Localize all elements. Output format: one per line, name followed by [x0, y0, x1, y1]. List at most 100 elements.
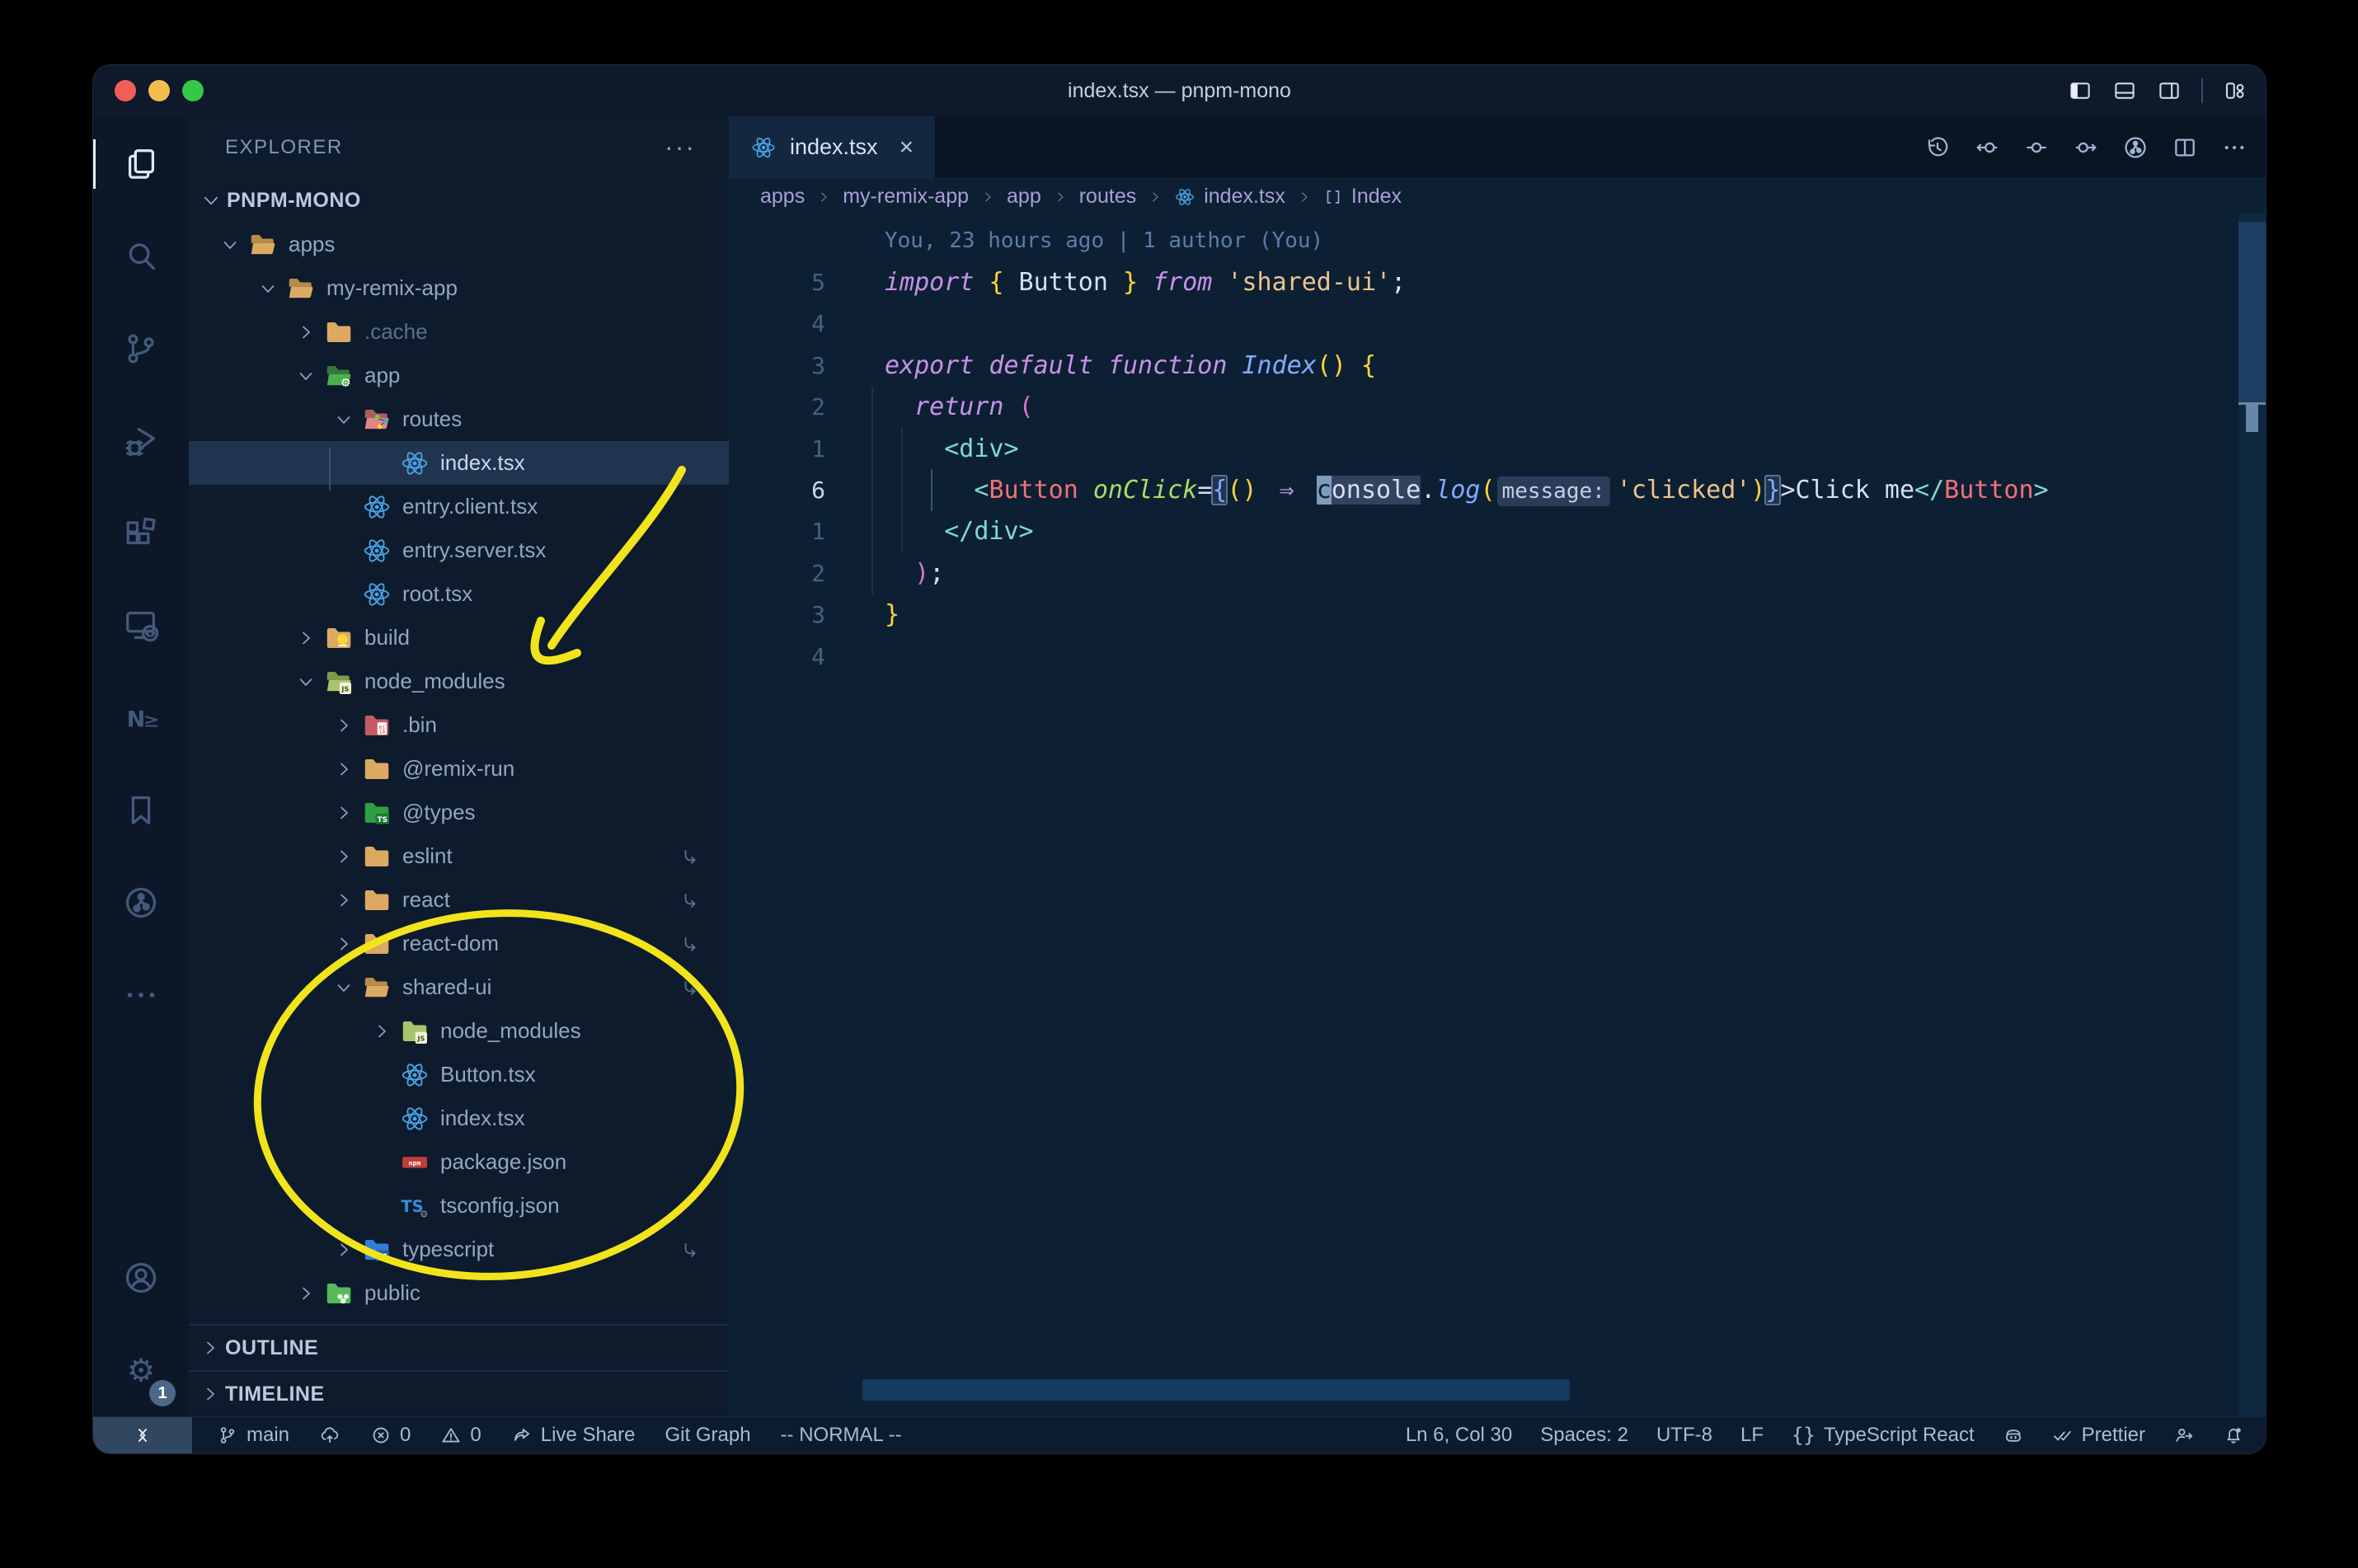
code-area[interactable]: You, 23 hours ago | 1 author (You) 5 imp…	[729, 214, 2233, 677]
tree-item-build[interactable]: build	[189, 616, 729, 660]
code-line[interactable]: 3 export default function Index() {	[729, 345, 2233, 386]
remote-indicator[interactable]	[93, 1417, 192, 1453]
code-line[interactable]: 4	[729, 303, 2233, 345]
activity-item-remote-explorer[interactable]	[93, 580, 189, 672]
tree-item-app[interactable]: ⚙ app	[189, 354, 729, 397]
tree-item-entry.server.tsx[interactable]: entry.server.tsx	[189, 528, 729, 572]
minimize-traffic-light[interactable]	[148, 80, 170, 101]
tree-item-tsconfig.json[interactable]: TS ⚙ tsconfig.json	[189, 1184, 729, 1228]
tree-item-Button.tsx[interactable]: Button.tsx	[189, 1053, 729, 1096]
tree-item-apps[interactable]: apps	[189, 223, 729, 266]
breadcrumb-routes[interactable]: routes	[1079, 185, 1136, 209]
status-cloud-upload[interactable]	[319, 1425, 341, 1446]
activity-item-account[interactable]	[93, 1232, 189, 1324]
breadcrumb-app[interactable]: app	[1007, 185, 1041, 209]
activity-item-settings-gear[interactable]: ⚙ 1	[93, 1324, 189, 1416]
layout-panel-icon[interactable]	[2112, 78, 2137, 103]
activity-item-nx-console[interactable]: N ≥	[93, 672, 189, 764]
chevron-right-icon[interactable]	[334, 803, 354, 823]
tree-item-node_modules[interactable]: JS node_modules	[189, 1009, 729, 1053]
activity-item-source-control[interactable]	[93, 303, 189, 395]
activity-item-bookmarks[interactable]	[93, 764, 189, 857]
layout-sidebar-right-icon[interactable]	[2157, 78, 2182, 103]
explorer-more-actions-icon[interactable]: ···	[665, 132, 696, 162]
ellipsis-icon[interactable]	[2221, 134, 2248, 161]
change-next-icon[interactable]	[2073, 134, 2099, 161]
status-0[interactable]: 0	[440, 1424, 481, 1447]
section-timeline[interactable]: TIMELINE	[189, 1370, 729, 1416]
zoom-traffic-light[interactable]	[182, 80, 204, 101]
tree-item-react-dom[interactable]: react-dom	[189, 922, 729, 965]
tree-item-public[interactable]: public	[189, 1271, 729, 1315]
tree-item-typescript[interactable]: TS typescript	[189, 1228, 729, 1271]
status-bell-dot[interactable]	[2223, 1425, 2244, 1446]
status-0[interactable]: 0	[370, 1424, 411, 1447]
close-traffic-light[interactable]	[115, 80, 136, 101]
chevron-right-icon[interactable]	[334, 1240, 354, 1260]
tree-item-routes[interactable]: routes	[189, 397, 729, 441]
tree-item-index.tsx[interactable]: index.tsx	[189, 1096, 729, 1140]
code-line[interactable]: 4	[729, 636, 2233, 677]
tree-item-my-remix-app[interactable]: my-remix-app	[189, 266, 729, 310]
chevron-right-icon[interactable]	[334, 759, 354, 779]
tree-item-eslint[interactable]: eslint	[189, 834, 729, 878]
chevron-down-icon[interactable]	[296, 672, 316, 692]
status-spaces-2[interactable]: Spaces: 2	[1540, 1424, 1628, 1447]
tree-item-entry.client.tsx[interactable]: entry.client.tsx	[189, 485, 729, 528]
status-person-feedback[interactable]	[2173, 1425, 2195, 1446]
activity-item-gitlens[interactable]	[93, 857, 189, 949]
tree-item-react[interactable]: react	[189, 878, 729, 922]
chevron-right-icon[interactable]	[296, 322, 316, 342]
chevron-down-icon[interactable]	[220, 235, 240, 255]
tree-item-index.tsx[interactable]: index.tsx	[189, 441, 729, 485]
chevron-right-icon[interactable]	[334, 934, 354, 954]
split-editor-icon[interactable]	[2172, 134, 2198, 161]
workspace-section-header[interactable]: PNPM-MONO	[189, 178, 729, 223]
code-line[interactable]: 1 <div>	[729, 428, 2233, 469]
activity-item-files[interactable]	[93, 118, 189, 210]
tree-item-shared-ui[interactable]: shared-ui	[189, 965, 729, 1009]
breadcrumb-Index[interactable]: Index	[1323, 185, 1402, 209]
breadcrumb-apps[interactable]: apps	[760, 185, 805, 209]
chevron-right-icon[interactable]	[296, 628, 316, 648]
code-line[interactable]: 2 );	[729, 552, 2233, 594]
vertical-scrollbar[interactable]	[2238, 214, 2266, 1417]
status-copilot[interactable]	[2003, 1425, 2024, 1446]
code-line[interactable]: 1 </div>	[729, 511, 2233, 552]
gitlens-icon[interactable]	[2122, 134, 2149, 161]
change-icon[interactable]	[2023, 134, 2050, 161]
status-utf-8[interactable]: UTF-8	[1656, 1424, 1712, 1447]
code-line[interactable]: 5 import { Button } from 'shared-ui';	[729, 261, 2233, 303]
chevron-right-icon[interactable]	[296, 1284, 316, 1303]
tree-item-node_modules[interactable]: JS node_modules	[189, 660, 729, 703]
tree-item-@types[interactable]: TS @types	[189, 791, 729, 834]
tree-item-.cache[interactable]: .cache	[189, 310, 729, 354]
status-ln-6-col-30[interactable]: Ln 6, Col 30	[1406, 1424, 1512, 1447]
chevron-down-icon[interactable]	[334, 978, 354, 998]
activity-item-ellipsis[interactable]	[93, 949, 189, 1041]
change-prev-icon[interactable]	[1974, 134, 2000, 161]
chevron-down-icon[interactable]	[296, 366, 316, 386]
chevron-down-icon[interactable]	[334, 410, 354, 430]
code-line[interactable]: 2 return (	[729, 387, 2233, 428]
tab-index-tsx[interactable]: index.tsx ×	[729, 116, 936, 178]
close-icon[interactable]: ×	[900, 134, 914, 162]
activity-item-search[interactable]	[93, 210, 189, 303]
tree-item-package.json[interactable]: npm package.json	[189, 1140, 729, 1184]
status-live-share[interactable]: Live Share	[511, 1424, 636, 1447]
horizontal-scrollbar-thumb[interactable]	[862, 1379, 1570, 1401]
tree-item-root.tsx[interactable]: root.tsx	[189, 572, 729, 616]
section-outline[interactable]: OUTLINE	[189, 1324, 729, 1370]
chevron-right-icon[interactable]	[334, 890, 354, 910]
breadcrumb-my-remix-app[interactable]: my-remix-app	[843, 185, 969, 209]
chevron-down-icon[interactable]	[258, 279, 278, 298]
code-line[interactable]: 6 <Button onClick={() ⇒ console.log(mess…	[729, 469, 2233, 510]
chevron-right-icon[interactable]	[372, 1021, 392, 1041]
status-typescript-react[interactable]: {} TypeScript React	[1792, 1424, 1975, 1447]
status--normal-[interactable]: -- NORMAL --	[781, 1424, 902, 1447]
status-prettier[interactable]: Prettier	[2052, 1424, 2145, 1447]
code-line[interactable]: 3 }	[729, 594, 2233, 636]
status-main[interactable]: main	[217, 1424, 289, 1447]
chevron-right-icon[interactable]	[334, 716, 354, 735]
tree-item-.bin[interactable]: 01 10 .bin	[189, 703, 729, 747]
